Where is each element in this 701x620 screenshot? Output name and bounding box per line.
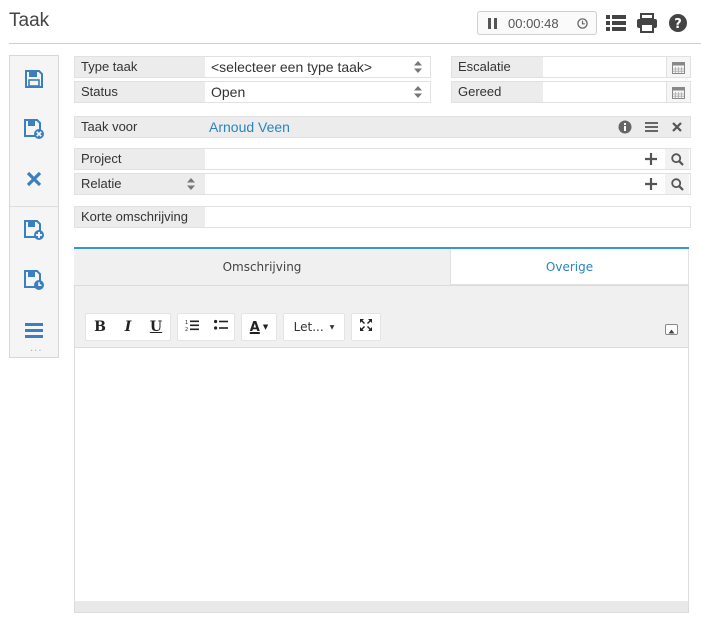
format-group: B I U [85,313,171,341]
sort-arrows-icon[interactable] [406,57,430,77]
chevron-up-icon [666,325,677,340]
gereed-field[interactable]: Gereed [451,81,691,103]
header-divider [9,43,701,44]
escalatie-input[interactable] [543,57,665,77]
gereed-label: Gereed [452,82,543,102]
save-close-icon [23,118,45,144]
fullscreen-icon [359,318,373,336]
calendar-icon[interactable] [666,57,690,77]
bold-button[interactable]: B [86,314,114,340]
pause-icon[interactable] [488,18,497,29]
tab-omschrijving[interactable]: Omschrijving [74,249,450,285]
fullscreen-group [351,313,381,341]
add-icon[interactable] [639,149,663,169]
editor-content-area[interactable] [75,348,688,601]
timer-widget[interactable]: 00:00:48 [477,11,597,35]
tab-bar: Omschrijving Overige [74,247,689,285]
tab-overige[interactable]: Overige [450,249,689,285]
font-select[interactable]: Let... ▼ [284,314,344,340]
relatie-sort-icon[interactable] [179,174,203,194]
save-button[interactable] [10,56,58,106]
add-icon[interactable] [639,174,663,194]
sort-arrows-icon[interactable] [406,82,430,102]
page-header: Taak 00:00:48 ? [0,0,701,45]
hamburger-icon [24,321,44,343]
chevron-down-icon: ▼ [262,323,269,331]
clear-icon[interactable] [665,117,689,137]
status-field[interactable]: Status Open [74,81,431,103]
print-icon[interactable] [636,13,658,33]
collapse-toolbar-button[interactable] [665,324,678,335]
type-taak-field[interactable]: Type taak <selecteer een type taak> [74,56,431,78]
underline-button[interactable]: U [142,314,170,340]
taak-voor-link[interactable]: Arnoud Veen [203,117,503,137]
timer-value: 00:00:48 [508,16,559,31]
korte-omschrijving-label: Korte omschrijving [75,207,205,227]
search-icon[interactable] [665,174,689,194]
type-taak-label: Type taak [75,57,205,77]
help-icon[interactable]: ? [667,13,689,33]
ordered-list-icon: 1 2 [185,319,199,336]
relatie-field[interactable]: Relatie [74,173,691,195]
list-icon[interactable] [639,117,663,137]
svg-text:2: 2 [185,327,188,332]
status-select[interactable]: Open [205,82,405,102]
project-input[interactable] [205,149,635,169]
project-label: Project [75,149,205,169]
action-sidebar: ··· [9,55,59,358]
korte-omschrijving-field[interactable]: Korte omschrijving [74,206,691,228]
font-color-button[interactable]: A ▼ [242,314,276,340]
font-select-group: Let... ▼ [283,313,345,341]
bullet-list-icon [214,319,228,335]
cancel-button[interactable] [10,156,58,206]
editor-statusbar [75,601,688,612]
escalatie-field[interactable]: Escalatie [451,56,691,78]
ordered-list-button[interactable]: 1 2 [178,314,206,340]
save-clock-icon [23,269,45,295]
clock-icon [577,18,588,29]
taak-voor-label: Taak voor [75,117,205,137]
fullscreen-button[interactable] [352,314,380,340]
svg-text:1: 1 [185,320,188,326]
more-dots-icon: ··· [30,346,43,357]
page-title: Taak [9,10,50,31]
type-taak-select[interactable]: <selecteer een type taak> [205,57,405,77]
rich-text-editor: B I U 1 2 A ▼ Let... ▼ [74,285,689,613]
font-color-letter: A [249,319,260,335]
save-icon [24,69,44,93]
save-and-close-button[interactable] [10,106,58,156]
chevron-down-icon: ▼ [329,323,335,331]
save-and-schedule-button[interactable] [10,257,58,307]
list-view-icon[interactable] [605,13,627,33]
svg-text:?: ? [674,17,682,32]
save-new-icon [23,219,45,245]
font-select-value: Let... [293,320,324,334]
font-color-group: A ▼ [241,313,277,341]
bullet-list-button[interactable] [207,314,235,340]
info-icon[interactable] [613,117,637,137]
gereed-input[interactable] [543,82,665,102]
project-field[interactable]: Project [74,148,691,170]
close-icon [26,171,42,191]
save-and-new-button[interactable] [10,207,58,257]
taak-voor-field[interactable]: Taak voor Arnoud Veen [74,116,691,138]
italic-button[interactable]: I [114,314,142,340]
editor-toolbar: B I U 1 2 A ▼ Let... ▼ [75,286,688,348]
search-icon[interactable] [665,149,689,169]
escalatie-label: Escalatie [452,57,543,77]
relatie-input[interactable] [205,174,635,194]
calendar-icon[interactable] [666,82,690,102]
korte-omschrijving-input[interactable] [205,207,685,227]
list-group: 1 2 [177,313,235,341]
status-label: Status [75,82,205,102]
